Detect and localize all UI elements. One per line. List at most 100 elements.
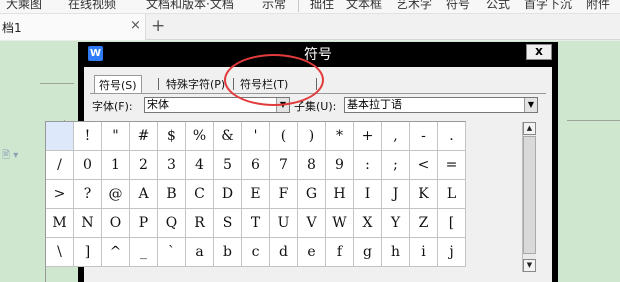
symbol-cell[interactable]: ` — [158, 238, 186, 267]
scroll-up-icon[interactable]: ▲ — [523, 122, 536, 135]
symbol-cell[interactable]: V — [298, 209, 326, 238]
symbol-cell[interactable]: 0 — [74, 151, 102, 180]
symbol-grid-scrollbar[interactable]: ▲ ▼ — [522, 122, 536, 272]
symbol-cell[interactable]: ' — [242, 122, 270, 151]
scroll-thumb[interactable] — [523, 136, 536, 254]
symbol-cell[interactable]: * — [326, 122, 354, 151]
symbol-cell[interactable]: N — [74, 209, 102, 238]
symbol-cell[interactable]: 4 — [186, 151, 214, 180]
ribbon-item[interactable]: 大乘图 — [6, 0, 42, 12]
symbol-cell[interactable]: C — [186, 180, 214, 209]
symbol-cell[interactable]: @ — [102, 180, 130, 209]
symbol-cell[interactable]: # — [130, 122, 158, 151]
ribbon-item[interactable]: 文档和版本·文档 — [146, 0, 234, 12]
close-button[interactable]: x — [526, 44, 552, 60]
symbol-cell[interactable]: d — [270, 238, 298, 267]
symbol-cell[interactable]: R — [186, 209, 214, 238]
symbol-cell[interactable]: g — [354, 238, 382, 267]
symbol-cell[interactable]: Q — [158, 209, 186, 238]
tab-symbols[interactable]: 符号(S) — [94, 75, 142, 94]
ribbon-item[interactable]: 艺术字 — [396, 0, 432, 12]
symbol-cell[interactable]: L — [438, 180, 466, 209]
tab-special-characters[interactable]: 特殊字符(P) — [162, 75, 229, 93]
symbol-cell[interactable]: = — [438, 151, 466, 180]
symbol-cell[interactable]: f — [326, 238, 354, 267]
symbol-cell[interactable]: J — [382, 180, 410, 209]
symbol-cell[interactable]: e — [298, 238, 326, 267]
symbol-cell[interactable]: 9 — [326, 151, 354, 180]
symbol-cell[interactable]: ! — [74, 122, 102, 151]
symbol-cell[interactable]: U — [270, 209, 298, 238]
symbol-cell[interactable]: & — [214, 122, 242, 151]
symbol-cell[interactable]: G — [298, 180, 326, 209]
symbol-cell[interactable]: X — [354, 209, 382, 238]
symbol-cell[interactable]: ^ — [102, 238, 130, 267]
chevron-down-icon[interactable]: ▼ — [524, 98, 537, 112]
symbol-cell[interactable]: A — [130, 180, 158, 209]
ribbon-item[interactable]: 拙住 — [310, 0, 334, 12]
new-tab-icon[interactable]: + — [151, 16, 165, 36]
scroll-down-icon[interactable]: ▼ — [523, 259, 536, 272]
symbol-cell[interactable]: ? — [74, 180, 102, 209]
symbol-cell[interactable]: < — [410, 151, 438, 180]
symbol-cell[interactable]: 2 — [130, 151, 158, 180]
symbol-cell[interactable]: S — [214, 209, 242, 238]
symbol-cell[interactable]: ; — [382, 151, 410, 180]
symbol-cell[interactable]: K — [410, 180, 438, 209]
symbol-cell[interactable]: E — [242, 180, 270, 209]
symbol-cell[interactable]: $ — [158, 122, 186, 151]
symbol-cell[interactable]: h — [382, 238, 410, 267]
symbol-cell[interactable]: 7 — [270, 151, 298, 180]
ribbon-item[interactable]: 文本框 — [346, 0, 382, 12]
symbol-cell[interactable]: ) — [298, 122, 326, 151]
symbol-cell[interactable]: Y — [382, 209, 410, 238]
symbol-cell[interactable] — [46, 122, 74, 151]
symbol-cell[interactable]: O — [102, 209, 130, 238]
symbol-cell[interactable]: 3 — [158, 151, 186, 180]
symbol-cell[interactable]: + — [354, 122, 382, 151]
symbol-cell[interactable]: D — [214, 180, 242, 209]
symbol-cell[interactable]: P — [130, 209, 158, 238]
symbol-cell[interactable]: c — [242, 238, 270, 267]
symbol-cell[interactable]: / — [46, 151, 74, 180]
symbol-cell[interactable]: F — [270, 180, 298, 209]
symbol-cell[interactable]: _ — [130, 238, 158, 267]
symbol-cell[interactable]: H — [326, 180, 354, 209]
symbol-cell[interactable]: a — [186, 238, 214, 267]
symbol-cell[interactable]: j — [438, 238, 466, 267]
symbol-cell[interactable]: ] — [74, 238, 102, 267]
ribbon-item[interactable]: 首字下沉 — [524, 0, 572, 12]
symbol-cell[interactable]: I — [354, 180, 382, 209]
symbol-cell[interactable]: 1 — [102, 151, 130, 180]
symbol-cell[interactable]: B — [158, 180, 186, 209]
ribbon-item[interactable]: 附件 — [586, 0, 610, 12]
ribbon-item[interactable]: 在线视频 — [68, 0, 116, 12]
dialog-titlebar[interactable]: W 符号 x — [78, 42, 558, 66]
symbol-cell[interactable]: 5 — [214, 151, 242, 180]
symbol-cell[interactable]: \ — [46, 238, 74, 267]
symbol-cell[interactable]: i — [410, 238, 438, 267]
symbol-cell[interactable]: . — [438, 122, 466, 151]
symbol-cell[interactable]: W — [326, 209, 354, 238]
ribbon-item[interactable]: 公式 — [486, 0, 510, 12]
symbol-cell[interactable]: % — [186, 122, 214, 151]
subset-select[interactable]: 基本拉丁语 ▼ — [344, 97, 538, 113]
symbol-cell[interactable]: : — [354, 151, 382, 180]
symbol-cell[interactable]: M — [46, 209, 74, 238]
document-tab[interactable]: 档1 × — [0, 14, 146, 40]
symbol-cell[interactable]: b — [214, 238, 242, 267]
close-tab-icon[interactable]: × — [130, 18, 141, 33]
symbol-cell[interactable]: - — [410, 122, 438, 151]
page-layout-icon[interactable]: 🖹 ▾ — [2, 148, 18, 165]
ribbon-item[interactable]: 示常 — [262, 0, 286, 12]
symbol-cell[interactable]: > — [46, 180, 74, 209]
symbol-cell[interactable]: [ — [438, 209, 466, 238]
symbol-cell[interactable]: Z — [410, 209, 438, 238]
symbol-cell[interactable]: , — [382, 122, 410, 151]
symbol-cell[interactable]: T — [242, 209, 270, 238]
symbol-cell[interactable]: 8 — [298, 151, 326, 180]
symbol-cell[interactable]: " — [102, 122, 130, 151]
ribbon-item[interactable]: 符号 — [446, 0, 470, 12]
symbol-cell[interactable]: ( — [270, 122, 298, 151]
symbol-cell[interactable]: 6 — [242, 151, 270, 180]
